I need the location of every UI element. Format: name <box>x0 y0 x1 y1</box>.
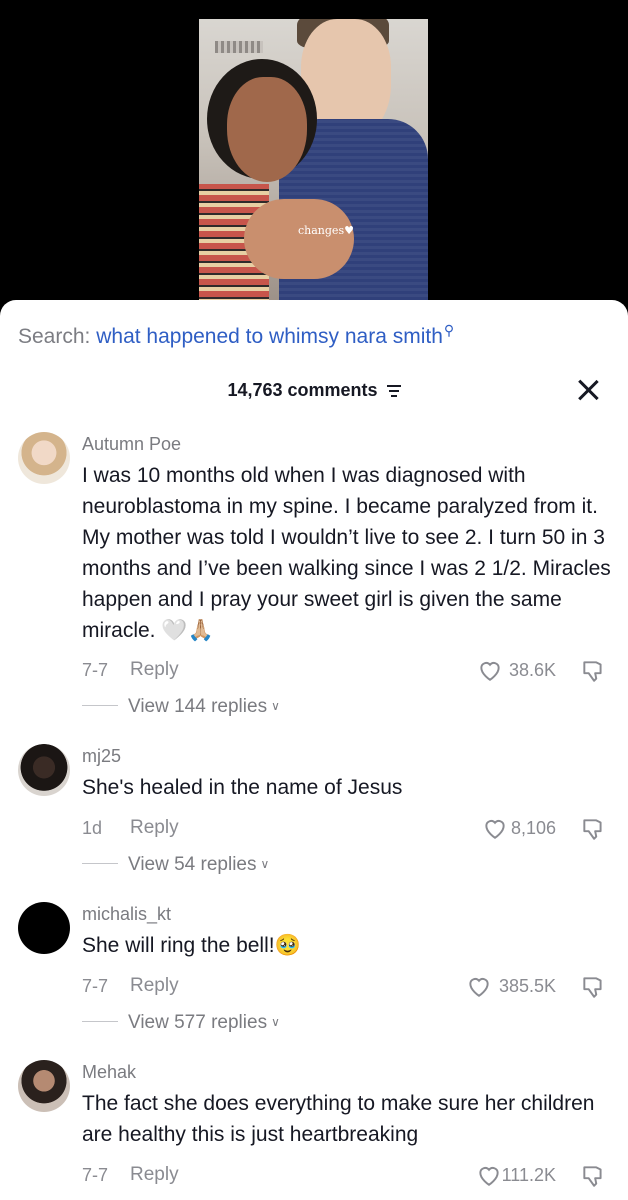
view-replies-button[interactable]: View 577 replies ∨ <box>82 1012 280 1034</box>
comment-text: The fact she does everything to make sur… <box>82 1092 595 1146</box>
comment-username[interactable]: michalis_kt <box>82 904 171 925</box>
search-icon[interactable]: ⚲ <box>444 322 454 338</box>
heart-icon[interactable] <box>476 1163 502 1187</box>
comment-text: She will ring the bell!🥹 <box>82 934 301 957</box>
dislike-icon[interactable] <box>580 974 606 1000</box>
heart-icon[interactable] <box>466 974 492 998</box>
chevron-down-icon: ∨ <box>271 1015 280 1029</box>
view-replies-button[interactable]: View 54 replies ∨ <box>82 854 269 876</box>
chevron-down-icon: ∨ <box>271 699 280 713</box>
video-caption: changes♥ <box>298 224 354 237</box>
avatar[interactable] <box>18 1060 70 1112</box>
search-label: Search: <box>18 325 91 348</box>
like-count: 38.6K <box>508 660 556 680</box>
comment-text: I was 10 months old when I was diagnosed… <box>82 464 611 642</box>
avatar[interactable] <box>18 432 70 484</box>
reply-button[interactable]: Reply <box>130 975 179 997</box>
white-heart-icon: ♥ <box>344 224 354 237</box>
avatar[interactable] <box>18 902 70 954</box>
like-count: 385.5K <box>498 976 556 996</box>
reply-button[interactable]: Reply <box>130 659 179 681</box>
avatar[interactable] <box>18 744 70 796</box>
search-term-link[interactable]: what happened to whimsy nara smith <box>96 325 443 348</box>
chevron-down-icon: ∨ <box>260 857 270 871</box>
like-count: 8,106 <box>510 818 556 838</box>
video-hands <box>244 199 354 279</box>
comments-header: 14,763 comments <box>0 380 628 401</box>
heart-icon[interactable] <box>482 816 508 840</box>
replies-divider <box>82 705 118 706</box>
replies-divider <box>82 863 118 864</box>
reply-button[interactable]: Reply <box>130 1164 179 1186</box>
comment-text: She's healed in the name of Jesus <box>82 776 403 799</box>
comment-username[interactable]: mj25 <box>82 746 121 767</box>
video-player[interactable]: changes♥ <box>0 0 628 320</box>
dislike-icon[interactable] <box>580 816 606 842</box>
dislike-icon[interactable] <box>580 1163 606 1189</box>
view-replies-button[interactable]: View 144 replies ∨ <box>82 696 280 718</box>
search-suggestion[interactable]: Search: what happened to whimsy nara smi… <box>18 322 454 349</box>
like-count: 111.2K <box>501 1165 556 1185</box>
replies-divider <box>82 1021 118 1022</box>
dislike-icon[interactable] <box>580 658 606 684</box>
comments-sheet: Search: what happened to whimsy nara smi… <box>0 300 628 1200</box>
comment-username[interactable]: Mehak <box>82 1062 136 1083</box>
ceiling-vent <box>215 41 263 53</box>
video-frame[interactable]: changes♥ <box>199 19 428 309</box>
reply-button[interactable]: Reply <box>130 817 179 839</box>
comments-count: 14,763 comments <box>227 380 378 400</box>
filter-icon[interactable] <box>386 385 401 397</box>
comment-date: 1d <box>82 818 103 838</box>
comment-date: 7-7 <box>82 1165 109 1185</box>
comment-username[interactable]: Autumn Poe <box>82 434 181 455</box>
comment-date: 7-7 <box>82 976 109 996</box>
close-icon[interactable] <box>576 378 600 402</box>
heart-icon[interactable] <box>477 658 503 682</box>
comment-date: 7-7 <box>82 660 109 680</box>
